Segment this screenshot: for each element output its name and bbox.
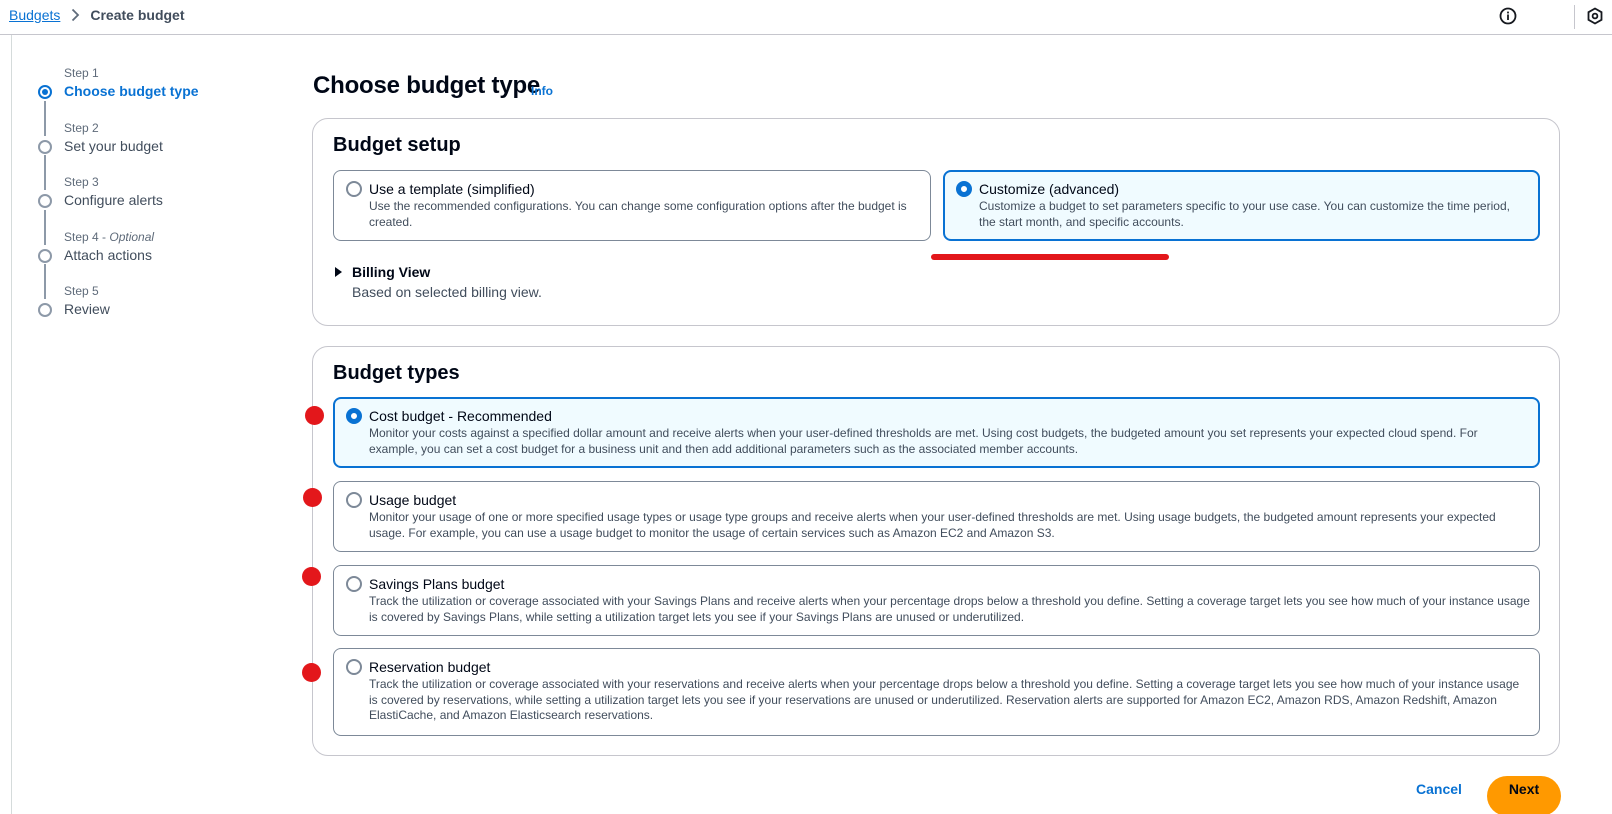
step-number-label: Step 4 <box>64 230 99 244</box>
option-description: Use the recommended configurations. You … <box>369 199 907 229</box>
template-option-tile[interactable]: Use a template (simplified) Use the reco… <box>333 170 931 241</box>
option-label: Usage budget <box>369 492 457 508</box>
breadcrumb-budgets-link[interactable]: Budgets <box>9 7 60 23</box>
cancel-button[interactable]: Cancel <box>1416 781 1462 797</box>
radio-button[interactable] <box>346 659 362 675</box>
annotation-dot <box>303 488 322 507</box>
navigation-divider <box>11 35 12 814</box>
radio-button-selected[interactable] <box>956 181 972 197</box>
info-circle-icon[interactable] <box>1498 6 1518 26</box>
option-label: Savings Plans budget <box>369 576 505 592</box>
annotation-underline <box>931 254 1169 260</box>
step-active-indicator-icon <box>38 85 52 99</box>
step-indicator-icon <box>38 140 52 154</box>
cost-budget-tile[interactable]: Cost budget - Recommended Monitor your c… <box>333 397 1540 468</box>
step-number: Step 4 - Optional <box>64 230 155 244</box>
chevron-right-icon <box>71 8 80 22</box>
savings-plans-budget-tile[interactable]: Savings Plans budget Track the utilizati… <box>333 565 1540 636</box>
step-indicator-icon <box>38 303 52 317</box>
next-button-label: Next <box>1508 781 1540 797</box>
annotation-dot <box>302 663 321 682</box>
reservation-budget-tile[interactable]: Reservation budget Track the utilization… <box>333 648 1540 736</box>
annotation-dot <box>305 406 324 425</box>
step-optional-label: Optional <box>109 230 155 244</box>
wizard-step-1[interactable]: Step 1 Choose budget type <box>36 64 276 114</box>
settings-hexagon-icon[interactable] <box>1585 6 1605 26</box>
budget-types-title: Budget types <box>333 362 460 384</box>
option-label: Customize (advanced) <box>979 181 1120 197</box>
option-description: Customize a budget to set parameters spe… <box>979 199 1510 229</box>
breadcrumb-current: Create budget <box>90 7 185 23</box>
page-title: Choose budget type <box>313 72 541 99</box>
info-link[interactable]: Info <box>531 84 553 98</box>
step-number: Step 5 <box>64 284 99 298</box>
wizard-step-5[interactable]: Step 5 Review <box>36 282 276 332</box>
wizard-step-2[interactable]: Step 2 Set your budget <box>36 119 276 169</box>
billing-view-label: Billing View <box>352 264 431 280</box>
wizard-step-3[interactable]: Step 3 Configure alerts <box>36 173 276 223</box>
radio-button[interactable] <box>346 576 362 592</box>
step-title: Choose budget type <box>64 83 199 99</box>
annotation-dot <box>302 567 321 586</box>
step-title: Set your budget <box>64 138 163 154</box>
step-indicator-icon <box>38 249 52 263</box>
radio-button-selected[interactable] <box>346 408 362 424</box>
top-bar: Budgets Create budget <box>0 0 1612 35</box>
radio-button[interactable] <box>346 492 362 508</box>
option-label: Cost budget - Recommended <box>369 408 552 424</box>
step-number: Step 3 <box>64 175 99 189</box>
usage-budget-tile[interactable]: Usage budget Monitor your usage of one o… <box>333 481 1540 552</box>
step-number: Step 1 <box>64 66 99 80</box>
option-label: Reservation budget <box>369 659 491 675</box>
header-divider <box>1574 5 1575 29</box>
caret-right-icon <box>335 267 342 277</box>
step-title: Attach actions <box>64 247 152 263</box>
breadcrumb: Budgets Create budget <box>9 7 185 23</box>
option-description: Track the utilization or coverage associ… <box>369 594 1530 624</box>
radio-button[interactable] <box>346 181 362 197</box>
option-label: Use a template (simplified) <box>369 181 535 197</box>
step-indicator-icon <box>38 194 52 208</box>
wizard-step-4[interactable]: Step 4 - Optional Attach actions <box>36 228 276 278</box>
billing-view-expander[interactable]: Billing View <box>335 264 430 280</box>
budget-setup-title: Budget setup <box>333 134 461 156</box>
option-description: Monitor your usage of one or more specif… <box>369 510 1496 540</box>
next-button[interactable]: Next <box>1487 776 1561 814</box>
billing-view-description: Based on selected billing view. <box>352 284 542 300</box>
step-number: Step 2 <box>64 121 99 135</box>
step-title: Review <box>64 301 110 317</box>
step-title: Configure alerts <box>64 192 163 208</box>
option-description: Track the utilization or coverage associ… <box>369 677 1520 722</box>
customize-option-tile[interactable]: Customize (advanced) Customize a budget … <box>943 170 1540 241</box>
option-description: Monitor your costs against a specified d… <box>369 426 1478 456</box>
